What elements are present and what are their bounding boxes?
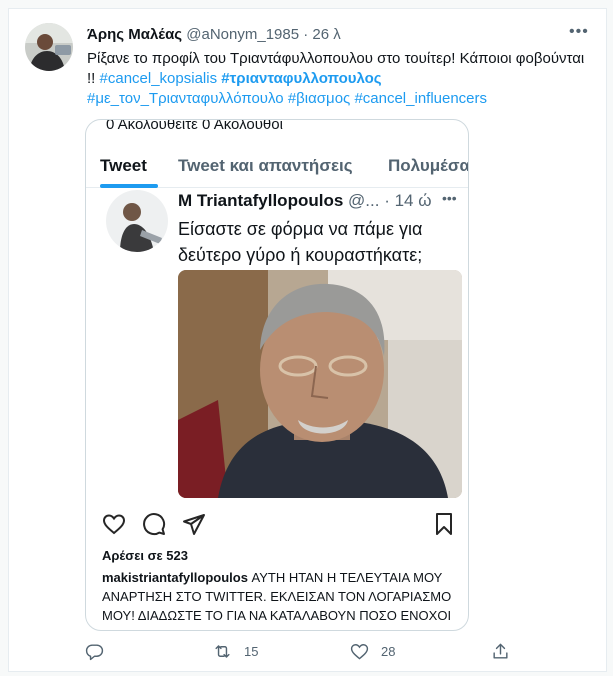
tweet-timestamp[interactable]: 26 λ bbox=[312, 26, 340, 43]
heart-icon bbox=[350, 643, 369, 660]
hashtag-link[interactable]: #cancel_kopsialis bbox=[100, 70, 218, 87]
tab-media: Πολυμέσα bbox=[388, 156, 469, 175]
follows-counts: 0 Ακολουθείτε 0 Ακόλουθοι bbox=[106, 119, 283, 133]
inner-tweet-text: Είσαστε σε φόρμα να πάμε για δεύτερο γύρ… bbox=[178, 219, 423, 265]
reply-icon bbox=[85, 643, 104, 660]
profile-tabs: Tweet Tweet και απαντήσεις Πολυμέσα bbox=[86, 146, 468, 188]
tab-tweets: Tweet bbox=[100, 156, 147, 175]
instagram-caption: makistriantafyllopoulos ΑΥΤΗ ΗΤΑΝ Η ΤΕΛΕ… bbox=[102, 568, 464, 630]
inner-author-avatar bbox=[106, 190, 168, 252]
author-handle[interactable]: @aNonym_1985 bbox=[186, 26, 299, 43]
inner-author-handle: @... bbox=[348, 191, 380, 210]
hashtag-link[interactable]: #βιασμος bbox=[288, 90, 350, 107]
hashtag-link[interactable]: #τριανταφυλλοπουλος bbox=[221, 70, 381, 87]
inner-tweet-header: M Triantafyllopoulos @... · 14 ώ bbox=[178, 190, 432, 212]
instagram-comment-icon bbox=[143, 513, 166, 536]
retweet-count: 15 bbox=[244, 643, 259, 659]
caption-username: makistriantafyllopoulos bbox=[102, 570, 248, 585]
instagram-bookmark-icon bbox=[436, 513, 452, 535]
share-button[interactable] bbox=[491, 639, 510, 663]
inner-photo bbox=[178, 270, 462, 498]
active-tab-indicator bbox=[100, 184, 158, 188]
tweet-actions: 15 28 bbox=[9, 639, 606, 663]
author-avatar[interactable] bbox=[25, 23, 73, 71]
separator-dot: · bbox=[303, 26, 309, 43]
inner-more-icon: ••• bbox=[442, 190, 457, 206]
retweet-icon bbox=[215, 644, 230, 658]
inner-author-name: M Triantafyllopoulos bbox=[178, 191, 344, 210]
hashtag-link[interactable]: #με_τον_Τριανταφυλλόπουλο bbox=[87, 90, 284, 107]
like-button[interactable]: 28 bbox=[350, 639, 395, 663]
more-options-icon[interactable]: ••• bbox=[569, 23, 593, 47]
hashtag-link[interactable]: #cancel_influencers bbox=[354, 90, 487, 107]
tab-tweets-and-replies: Tweet και απαντήσεις bbox=[178, 156, 353, 175]
tweet-text: Ρίξανε το προφίλ του Τριαντάφυλλοπουλου … bbox=[87, 49, 592, 109]
inner-tweet-time: · 14 ώ bbox=[384, 191, 432, 210]
instagram-like-count: Αρέσει σε 523 bbox=[102, 548, 188, 563]
attached-screenshot-image[interactable]: 0 Ακολουθείτε 0 Ακόλουθοι Tweet Tweet κα… bbox=[85, 119, 469, 631]
instagram-heart-icon bbox=[102, 514, 126, 535]
retweet-button[interactable]: 15 bbox=[213, 639, 258, 663]
like-count: 28 bbox=[381, 643, 396, 659]
author-name[interactable]: Άρης Μαλέας bbox=[87, 26, 182, 43]
tweet-card[interactable]: Άρης Μαλέας @aNonym_1985 · 26 λ ••• Ρίξα… bbox=[8, 8, 607, 672]
instagram-action-row bbox=[86, 512, 468, 536]
reply-button[interactable] bbox=[85, 639, 104, 663]
instagram-send-icon bbox=[183, 514, 205, 535]
share-icon bbox=[493, 643, 508, 659]
tweet-header: Άρης Μαλέας @aNonym_1985 · 26 λ bbox=[87, 25, 341, 45]
